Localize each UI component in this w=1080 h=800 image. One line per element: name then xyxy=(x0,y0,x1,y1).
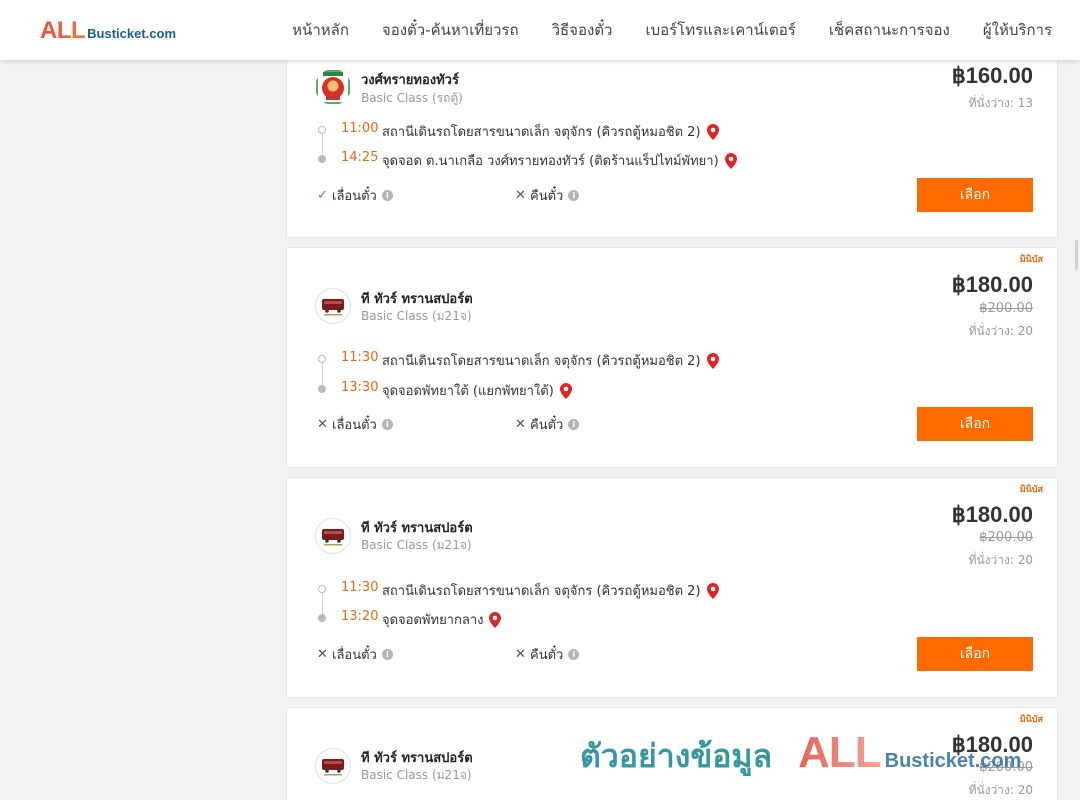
refund-policy: ✕ คืนตั๋ว i xyxy=(515,414,580,435)
trip-card: วงศ์ทรายทองทัวร์ Basic Class (รถตู้) ฿16… xyxy=(286,48,1058,238)
seats-available: ที่นั่งว่าง: 20 xyxy=(968,783,1033,797)
reschedule-policy: ✕ เลื่อนตั๋ว i xyxy=(317,644,393,665)
arrival-time: 13:30 xyxy=(341,380,379,395)
price: ฿180.00 xyxy=(951,502,1033,527)
wongsaithong-logo-icon xyxy=(315,69,351,105)
t-tour-bus-logo-icon xyxy=(315,748,351,784)
cross-icon: ✕ xyxy=(317,647,328,662)
refund-label: คืนตั๋ว xyxy=(530,189,564,204)
departure-place-text: สถานีเดินรถโดยสารขนาดเล็ก จตุจักร (คิวรถ… xyxy=(382,125,701,140)
arrival-time: 13:20 xyxy=(341,609,379,624)
bus-class: Basic Class (ม21จ) xyxy=(361,768,472,782)
minibus-tag: มินิบัส xyxy=(1019,255,1043,265)
departure-place-text: สถานีเดินรถโดยสารขนาดเล็ก จตุจักร (คิวรถ… xyxy=(382,584,701,599)
departure-time: 11:00 xyxy=(341,121,379,136)
arrival-dot xyxy=(318,155,326,163)
refund-policy: ✕ คืนตั๋ว i xyxy=(515,644,580,665)
top-navbar: ALL Busticket.com หน้าหลัก จองตั๋ว-ค้นหา… xyxy=(0,0,1080,60)
site-logo[interactable]: ALL Busticket.com xyxy=(40,17,176,45)
main-nav: หน้าหลัก จองตั๋ว-ค้นหาเที่ยวรถ วิธีจองตั… xyxy=(259,0,1052,60)
trip-card: มินิบัส ที ทัวร์ ทรานสปอร์ต Basic Class … xyxy=(286,477,1058,698)
select-button[interactable]: เลือก xyxy=(917,407,1033,441)
reschedule-label: เลื่อนตั๋ว xyxy=(332,648,377,663)
map-pin-icon[interactable] xyxy=(559,382,572,399)
original-price: ฿200.00 xyxy=(979,760,1033,775)
nav-phone-counters[interactable]: เบอร์โทรและเคาน์เตอร์ xyxy=(645,18,795,42)
minibus-tag: มินิบัส xyxy=(1019,715,1043,725)
price: ฿160.00 xyxy=(951,63,1033,88)
info-icon[interactable]: i xyxy=(568,649,580,660)
arrival-dot xyxy=(318,614,326,622)
arrival-time: 14:25 xyxy=(341,150,379,165)
info-icon[interactable]: i xyxy=(381,190,393,201)
select-button[interactable]: เลือก xyxy=(917,178,1033,212)
seats-available: ที่นั่งว่าง: 13 xyxy=(968,96,1033,110)
info-icon[interactable]: i xyxy=(568,190,580,201)
info-icon[interactable]: i xyxy=(568,419,580,430)
map-pin-icon[interactable] xyxy=(706,352,719,369)
t-tour-bus-logo-icon xyxy=(315,518,351,554)
arrival-place-text: จุดจอดพัทยากลาง xyxy=(382,613,484,628)
departure-time: 11:30 xyxy=(341,350,379,365)
logo-busticket-text: Busticket.com xyxy=(87,26,177,41)
operator-name: ที ทัวร์ ทรานสปอร์ต xyxy=(361,751,473,766)
seats-available: ที่นั่งว่าง: 20 xyxy=(968,553,1033,567)
operator-name: วงศ์ทรายทองทัวร์ xyxy=(361,73,459,88)
nav-check-booking[interactable]: เช็คสถานะการจอง xyxy=(829,18,950,42)
nav-operators[interactable]: ผู้ให้บริการ xyxy=(983,18,1052,42)
cross-icon: ✕ xyxy=(317,417,328,432)
original-price: ฿200.00 xyxy=(979,530,1033,545)
trip-card: มินิบัส ที ทัวร์ ทรานสปอร์ต Basic Class … xyxy=(286,707,1058,800)
cross-icon: ✕ xyxy=(515,188,526,203)
departure-time: 11:30 xyxy=(341,580,379,595)
departure-place-text: สถานีเดินรถโดยสารขนาดเล็ก จตุจักร (คิวรถ… xyxy=(382,354,701,369)
arrival-dot xyxy=(318,385,326,393)
map-pin-icon[interactable] xyxy=(706,582,719,599)
reschedule-policy: ✕ เลื่อนตั๋ว i xyxy=(317,414,393,435)
map-pin-icon[interactable] xyxy=(724,152,737,169)
operator-name: ที ทัวร์ ทรานสปอร์ต xyxy=(361,521,473,536)
departure-dot xyxy=(318,355,326,363)
price: ฿180.00 xyxy=(951,272,1033,297)
departure-place[interactable]: สถานีเดินรถโดยสารขนาดเล็ก จตุจักร (คิวรถ… xyxy=(382,121,719,142)
bus-class: Basic Class (ม21จ) xyxy=(361,309,472,323)
nav-how-to-book[interactable]: วิธีจองตั๋ว xyxy=(552,18,613,42)
operator-name: ที ทัวร์ ทรานสปอร์ต xyxy=(361,292,473,307)
bus-class: Basic Class (ม21จ) xyxy=(361,538,472,552)
nav-home[interactable]: หน้าหลัก xyxy=(292,18,349,42)
reschedule-label: เลื่อนตั๋ว xyxy=(332,418,377,433)
departure-place[interactable]: สถานีเดินรถโดยสารขนาดเล็ก จตุจักร (คิวรถ… xyxy=(382,350,719,371)
departure-dot xyxy=(318,585,326,593)
arrival-place[interactable]: จุดจอดพัทยาใต้ (แยกพัทยาใต้) xyxy=(382,380,572,401)
original-price: ฿200.00 xyxy=(979,301,1033,316)
price: ฿180.00 xyxy=(951,732,1033,757)
arrival-place-text: จุดจอดพัทยาใต้ (แยกพัทยาใต้) xyxy=(382,384,554,399)
departure-dot xyxy=(318,126,326,134)
reschedule-label: เลื่อนตั๋ว xyxy=(332,189,377,204)
refund-policy: ✕ คืนตั๋ว i xyxy=(515,185,580,206)
logo-all-text: ALL xyxy=(40,17,86,44)
arrival-place-text: จุดจอด ต.นาเกลือ วงศ์ทรายทองทัวร์ (ติดร้… xyxy=(382,154,719,169)
map-pin-icon[interactable] xyxy=(706,123,719,140)
departure-place[interactable]: สถานีเดินรถโดยสารขนาดเล็ก จตุจักร (คิวรถ… xyxy=(382,580,719,601)
trip-card: มินิบัส ที ทัวร์ ทรานสปอร์ต Basic Class … xyxy=(286,247,1058,468)
nav-book-search[interactable]: จองตั๋ว-ค้นหาเที่ยวรถ xyxy=(382,18,519,42)
map-pin-icon[interactable] xyxy=(489,611,502,628)
reschedule-policy: ✓ เลื่อนตั๋ว i xyxy=(317,185,393,206)
refund-label: คืนตั๋ว xyxy=(530,648,564,663)
scrollbar-thumb[interactable] xyxy=(1075,240,1078,270)
arrival-place[interactable]: จุดจอดพัทยากลาง xyxy=(382,609,502,630)
seats-available: ที่นั่งว่าง: 20 xyxy=(968,324,1033,338)
bus-class: Basic Class (รถตู้) xyxy=(361,91,463,105)
info-icon[interactable]: i xyxy=(381,419,393,430)
info-icon[interactable]: i xyxy=(381,649,393,660)
cross-icon: ✕ xyxy=(515,647,526,662)
cross-icon: ✕ xyxy=(515,417,526,432)
refund-label: คืนตั๋ว xyxy=(530,418,564,433)
arrival-place[interactable]: จุดจอด ต.นาเกลือ วงศ์ทรายทองทัวร์ (ติดร้… xyxy=(382,150,737,171)
minibus-tag: มินิบัส xyxy=(1019,485,1043,495)
select-button[interactable]: เลือก xyxy=(917,637,1033,671)
check-icon: ✓ xyxy=(317,188,328,203)
t-tour-bus-logo-icon xyxy=(315,288,351,324)
